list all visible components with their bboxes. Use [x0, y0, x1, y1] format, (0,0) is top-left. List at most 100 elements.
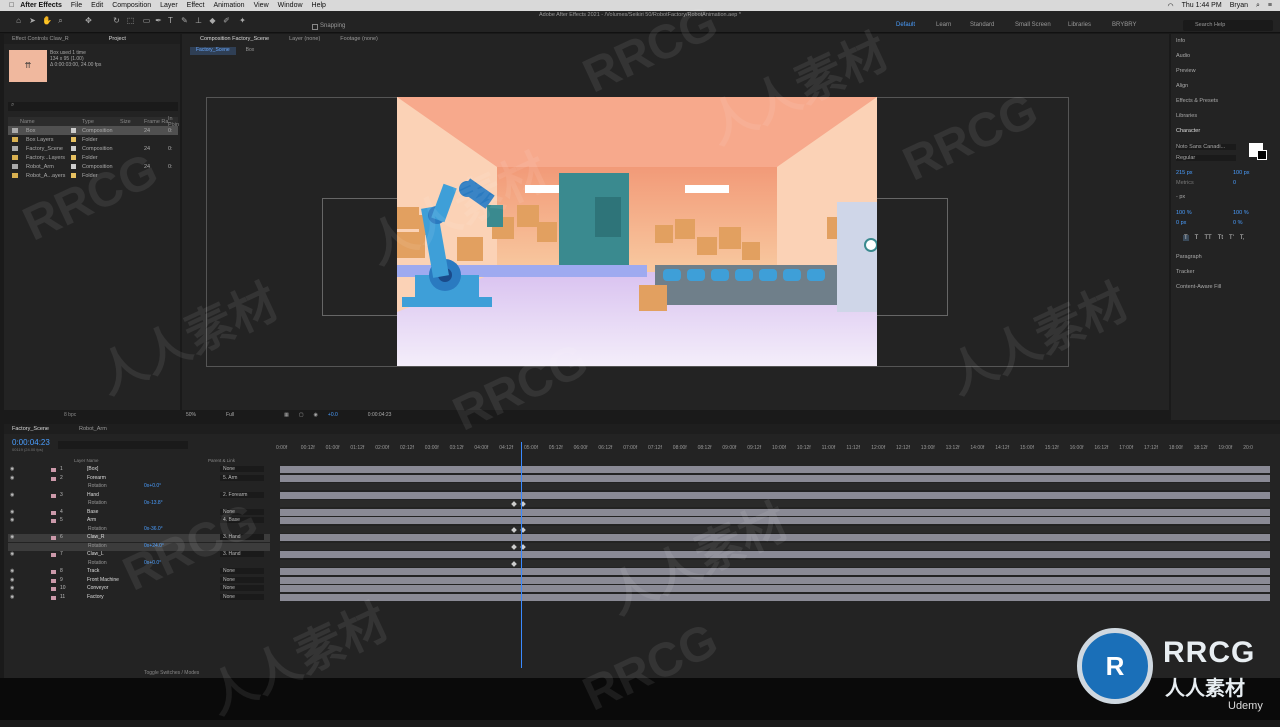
font-style-dropdown[interactable]: Regular [1176, 155, 1236, 161]
label-swatch[interactable] [51, 510, 56, 515]
layer-name[interactable]: Claw_R [87, 534, 105, 540]
workspace-default[interactable]: Default [896, 22, 915, 28]
layer-row[interactable]: ◉ 2 Forearm 5. Arm [8, 474, 270, 483]
col-name[interactable]: Name [20, 119, 35, 125]
visibility-eye-icon[interactable]: ◉ [10, 594, 14, 600]
layer-duration-bar[interactable] [280, 466, 1270, 473]
exposure-value[interactable]: +0.0 [328, 412, 338, 418]
menu-icon[interactable]: ≡ [1268, 2, 1272, 10]
tracking-value[interactable]: 0 [1233, 180, 1236, 186]
subscript-button[interactable]: T, [1240, 235, 1245, 241]
layer-row[interactable]: ◉ 1 [Box] None [8, 466, 270, 474]
property-name[interactable]: Rotation [88, 500, 107, 506]
property-name[interactable]: Rotation [88, 543, 107, 549]
tab-composition[interactable]: Composition Factory_Scene [200, 36, 269, 42]
font-family-dropdown[interactable]: Noto Sans Canadi... [1176, 144, 1236, 150]
project-search-input[interactable]: ⌕ [8, 102, 178, 111]
search-help-input[interactable]: Search Help [1183, 20, 1273, 31]
panel-libraries[interactable]: Libraries [1176, 113, 1197, 119]
label-swatch[interactable] [51, 570, 56, 574]
panel-preview[interactable]: Preview [1176, 68, 1196, 74]
horizontal-scale-value[interactable]: 100 % [1233, 210, 1249, 216]
toggle-switches-modes[interactable]: Toggle Switches / Modes [144, 670, 199, 676]
tab-project[interactable]: Project [109, 36, 126, 42]
visibility-eye-icon[interactable]: ◉ [10, 585, 14, 591]
quality-dropdown[interactable]: Full [226, 412, 234, 418]
layer-name[interactable]: Forearm [87, 475, 106, 481]
label-swatch[interactable] [51, 536, 56, 540]
workspace-standard[interactable]: Standard [970, 22, 994, 28]
panel-effects-presets[interactable]: Effects & Presets [1176, 98, 1218, 104]
layer-name[interactable]: Arm [87, 517, 96, 523]
stroke-width-value[interactable]: - px [1176, 194, 1185, 200]
panel-align[interactable]: Align [1176, 83, 1188, 89]
layer-name[interactable]: Hand [87, 492, 99, 498]
parent-dropdown[interactable]: None [220, 568, 264, 574]
snapping-checkbox[interactable] [312, 24, 318, 30]
label-swatch[interactable] [51, 476, 56, 481]
col-size[interactable]: Size [120, 119, 131, 125]
hand-tool-icon[interactable]: ✋ [42, 16, 52, 25]
tsume-value[interactable]: 0 % [1233, 220, 1242, 226]
property-name[interactable]: Rotation [88, 483, 107, 489]
layer-duration-bar[interactable] [280, 568, 1270, 575]
grid-icon[interactable]: ▦ [284, 412, 289, 418]
timeline-search-input[interactable] [58, 441, 188, 449]
layer-duration-bar[interactable] [280, 576, 1270, 584]
visibility-eye-icon[interactable]: ◉ [10, 475, 14, 481]
small-caps-button[interactable]: Tt [1218, 235, 1223, 241]
layer-name[interactable]: Conveyor [87, 585, 108, 591]
tab-layer[interactable]: Layer (none) [289, 36, 320, 42]
stroke-color-swatch[interactable] [1257, 150, 1267, 160]
label-swatch[interactable] [51, 493, 56, 498]
all-caps-button[interactable]: TT [1204, 235, 1211, 241]
workspace-libraries[interactable]: Libraries [1068, 22, 1091, 28]
property-value[interactable]: 0x-13.8° [144, 500, 163, 506]
rotate-tool-icon[interactable]: ↻ [112, 16, 121, 25]
search-icon[interactable]: ⌕ [1256, 2, 1260, 10]
col-layer-name[interactable]: Layer Name [74, 458, 99, 463]
workspace-learn[interactable]: Learn [936, 22, 951, 28]
col-type[interactable]: Type [82, 119, 94, 125]
visibility-eye-icon[interactable]: ◉ [10, 577, 14, 583]
panel-tracker[interactable]: Tracker [1176, 269, 1194, 275]
label-swatch[interactable] [51, 468, 56, 472]
layer-name[interactable]: Front Machine [87, 577, 119, 583]
menu-edit[interactable]: Edit [91, 2, 103, 9]
roto-brush-icon[interactable]: ✐ [222, 16, 231, 25]
faux-bold-button[interactable]: T [1183, 235, 1189, 241]
col-parent-link[interactable]: Parent & Link [208, 458, 235, 463]
kerning-value[interactable]: Metrics [1176, 180, 1194, 186]
tab-footage[interactable]: Footage (none) [340, 36, 378, 42]
label-swatch[interactable] [51, 578, 56, 583]
layer-duration-bar[interactable] [280, 593, 1270, 601]
tab-factory-scene[interactable]: Factory_Scene [12, 426, 49, 432]
workspace-small-screen[interactable]: Small Screen [1015, 22, 1051, 28]
type-tool-icon[interactable]: T [166, 16, 175, 25]
parent-dropdown[interactable]: None [220, 466, 264, 472]
wifi-icon[interactable]: ◠ [1168, 2, 1174, 10]
project-row[interactable]: Box Composition 24 0: [8, 126, 178, 135]
panel-character[interactable]: Character [1176, 128, 1200, 134]
baseline-shift-value[interactable]: 0 px [1176, 220, 1186, 226]
workspace-brybry[interactable]: BRYBRY [1112, 22, 1136, 28]
mask-icon[interactable]: ▢ [299, 412, 304, 418]
project-row[interactable]: Box Layers Folder [8, 135, 178, 144]
label-swatch[interactable] [51, 587, 56, 591]
breadcrumb-box[interactable]: Box [240, 47, 261, 55]
label-swatch[interactable] [51, 553, 56, 557]
layer-duration-bar[interactable] [280, 474, 1270, 482]
layer-name[interactable]: [Box] [87, 466, 98, 472]
home-icon[interactable]: ⌂ [14, 16, 23, 25]
visibility-eye-icon[interactable]: ◉ [10, 509, 14, 515]
orbit-tool-icon[interactable]: ✥ [84, 16, 93, 25]
zoom-tool-icon[interactable]: ⌕ [56, 16, 65, 25]
menu-app-name[interactable]: After Effects [20, 2, 62, 9]
clock[interactable]: Thu 1:44 PM [1182, 2, 1222, 10]
visibility-eye-icon[interactable]: ◉ [10, 466, 14, 472]
menu-composition[interactable]: Composition [112, 2, 151, 9]
breadcrumb-factory-scene[interactable]: Factory_Scene [190, 47, 236, 55]
font-size-value[interactable]: 215 px [1176, 170, 1193, 176]
label-swatch[interactable] [51, 519, 56, 523]
property-track[interactable] [280, 483, 1270, 490]
